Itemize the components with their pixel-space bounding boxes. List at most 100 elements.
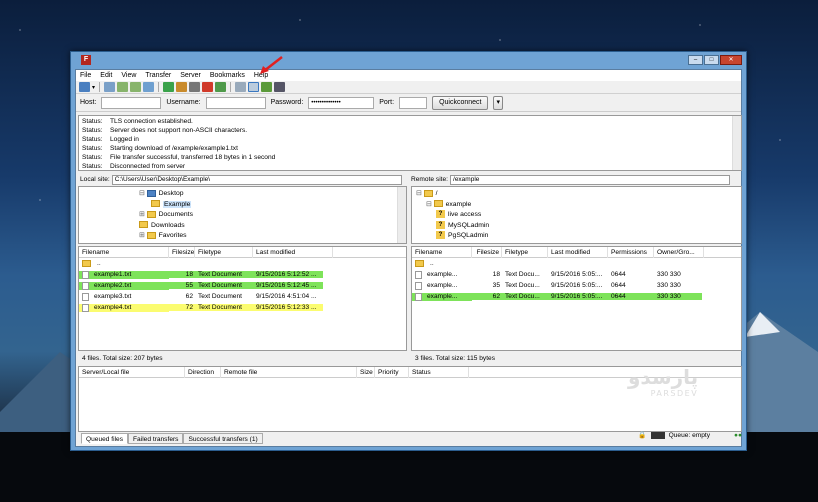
- toggle-queue-icon[interactable]: [143, 82, 155, 92]
- column-filesize[interactable]: Filesize: [472, 246, 502, 258]
- message-log: Status: TLS connection established. Status…: [78, 115, 742, 171]
- column-remote-file[interactable]: Remote file: [221, 366, 357, 378]
- local-tree: ⊟ Desktop Example ⊞ Documents Downloads …: [78, 186, 407, 244]
- log-line: Status: Starting download of /example/exa…: [82, 145, 238, 152]
- file-icon: [82, 303, 89, 312]
- column-size[interactable]: Size: [357, 366, 375, 378]
- table-row[interactable]: example1.txt 18 Text Document 9/15/2016 5:1…: [79, 269, 406, 280]
- disconnect-icon[interactable]: [202, 82, 214, 92]
- column-status[interactable]: Status: [409, 366, 469, 378]
- column-direction[interactable]: Direction: [185, 366, 221, 378]
- column-filetype[interactable]: Filetype: [502, 246, 548, 258]
- lock-icon: 🔒: [638, 432, 647, 439]
- tab-failed-transfers[interactable]: Failed transfers: [128, 433, 184, 444]
- tree-item-mysqladmin[interactable]: ? MySQLadmin: [416, 220, 741, 232]
- table-row[interactable]: example... 35 Text Docu... 9/15/2016 5:05:.…: [412, 280, 741, 291]
- file-icon: [82, 292, 89, 301]
- tree-item-favorites[interactable]: ⊞ Favorites: [139, 231, 406, 242]
- tab-queued-files[interactable]: Queued files: [81, 433, 129, 444]
- close-button[interactable]: ✕: [720, 55, 742, 65]
- cancel-icon[interactable]: [189, 82, 201, 92]
- table-row[interactable]: ..: [412, 258, 741, 269]
- table-row[interactable]: ..: [79, 258, 406, 269]
- maximize-button[interactable]: □: [704, 55, 719, 65]
- host-input[interactable]: [101, 96, 162, 109]
- directory-listing-filters-icon[interactable]: [235, 82, 247, 92]
- column-filesize[interactable]: Filesize: [169, 246, 195, 258]
- host-label: Host:: [80, 99, 97, 106]
- refresh-icon[interactable]: [163, 82, 175, 92]
- synchronized-browsing-icon[interactable]: [261, 82, 273, 92]
- directory-comparison-icon[interactable]: [248, 82, 260, 92]
- file-icon: [415, 281, 422, 290]
- search-remote-files-icon[interactable]: [274, 82, 286, 92]
- tab-successful-transfers[interactable]: Successful transfers (1): [183, 433, 263, 444]
- username-input[interactable]: [205, 96, 266, 109]
- folder-icon: [433, 200, 443, 208]
- column-server-local-file[interactable]: Server/Local file: [79, 366, 185, 378]
- file-icon: [415, 292, 422, 301]
- file-icon: [82, 281, 89, 290]
- column-owner-group[interactable]: Owner/Gro...: [654, 246, 704, 258]
- tree-item-root[interactable]: ⊟ /: [416, 189, 741, 200]
- menu-edit[interactable]: Edit: [100, 72, 112, 79]
- local-path-input[interactable]: [111, 174, 402, 185]
- unknown-folder-icon: ?: [436, 210, 445, 219]
- toggle-log-icon[interactable]: [104, 82, 116, 92]
- remote-path-input[interactable]: [450, 174, 731, 185]
- menu-file[interactable]: File: [80, 72, 91, 79]
- minimize-button[interactable]: –: [688, 55, 703, 65]
- toggle-remote-tree-icon[interactable]: [130, 82, 142, 92]
- password-label: Password:: [270, 99, 304, 106]
- toggle-local-tree-icon[interactable]: [117, 82, 129, 92]
- tree-item-desktop[interactable]: ⊟ Desktop: [139, 189, 406, 200]
- column-filename[interactable]: Filename: [412, 246, 472, 258]
- log-line: Status: Logged in: [82, 136, 139, 143]
- column-priority[interactable]: Priority: [375, 366, 409, 378]
- menu-server[interactable]: Server: [180, 72, 201, 79]
- remote-file-list-header: Filename Filesize Filetype Last modified…: [412, 246, 741, 258]
- folder-icon: [146, 210, 156, 218]
- desktop-icon: [146, 189, 156, 197]
- password-input[interactable]: [308, 96, 375, 109]
- menu-transfer[interactable]: Transfer: [145, 72, 171, 79]
- log-line: Status: TLS connection established.: [82, 118, 193, 125]
- log-line: Status: Server does not support non-ASCII…: [82, 127, 248, 134]
- table-row[interactable]: example3.txt 62 Text Document 9/15/2016 4:5…: [79, 291, 406, 302]
- local-file-list-header: Filename Filesize Filetype Last modified: [79, 246, 406, 258]
- tree-item-example[interactable]: Example: [139, 200, 406, 211]
- remote-tree: ⊟ / ⊟ example ? live access ? MySQLadmin ?…: [411, 186, 742, 244]
- column-filetype[interactable]: Filetype: [195, 246, 253, 258]
- tree-item-documents[interactable]: ⊞ Documents: [139, 210, 406, 221]
- site-manager-icon[interactable]: [79, 82, 90, 92]
- port-input[interactable]: [399, 96, 428, 109]
- tree-item-example[interactable]: ⊟ example: [416, 200, 741, 211]
- column-filename[interactable]: Filename: [79, 246, 169, 258]
- tree-item-live-access[interactable]: ? live access: [416, 210, 741, 221]
- table-row[interactable]: example... 18 Text Docu... 9/15/2016 5:05:.…: [412, 269, 741, 280]
- queue-tabs: Queued files Failed transfers Successful…: [81, 433, 263, 444]
- column-permissions[interactable]: Permissions: [608, 246, 654, 258]
- table-row[interactable]: example4.txt 72 Text Document 9/15/2016 5:1…: [79, 302, 406, 313]
- menu-view[interactable]: View: [121, 72, 136, 79]
- local-tree-scrollbar[interactable]: [397, 187, 406, 243]
- quickconnect-button[interactable]: Quickconnect: [432, 95, 489, 110]
- table-row[interactable]: example2.txt 55 Text Document 9/15/2016 5:1…: [79, 280, 406, 291]
- tree-item-downloads[interactable]: Downloads: [139, 221, 406, 232]
- folder-up-icon: [415, 259, 424, 267]
- local-file-list: Filename Filesize Filetype Last modified…: [78, 246, 407, 351]
- table-row[interactable]: example... 62 Text Docu... 9/15/2016 5:05:.…: [412, 291, 741, 302]
- tree-item-pgsqladmin[interactable]: ? PgSQLadmin: [416, 231, 741, 242]
- toolbar-separator: [99, 82, 101, 92]
- log-scrollbar[interactable]: [732, 116, 741, 170]
- menu-bookmarks[interactable]: Bookmarks: [210, 72, 245, 79]
- chevron-down-icon[interactable]: ▾: [92, 84, 95, 91]
- status-bar: 🔒 Queue: empty ●●: [638, 431, 742, 439]
- reconnect-icon[interactable]: [215, 82, 227, 92]
- column-last-modified[interactable]: Last modified: [548, 246, 608, 258]
- folder-up-icon: [82, 259, 91, 267]
- process-queue-icon[interactable]: [176, 82, 188, 92]
- column-last-modified[interactable]: Last modified: [253, 246, 333, 258]
- toolbar-separator: [158, 82, 160, 92]
- quickconnect-dropdown-icon[interactable]: ▾: [493, 95, 503, 110]
